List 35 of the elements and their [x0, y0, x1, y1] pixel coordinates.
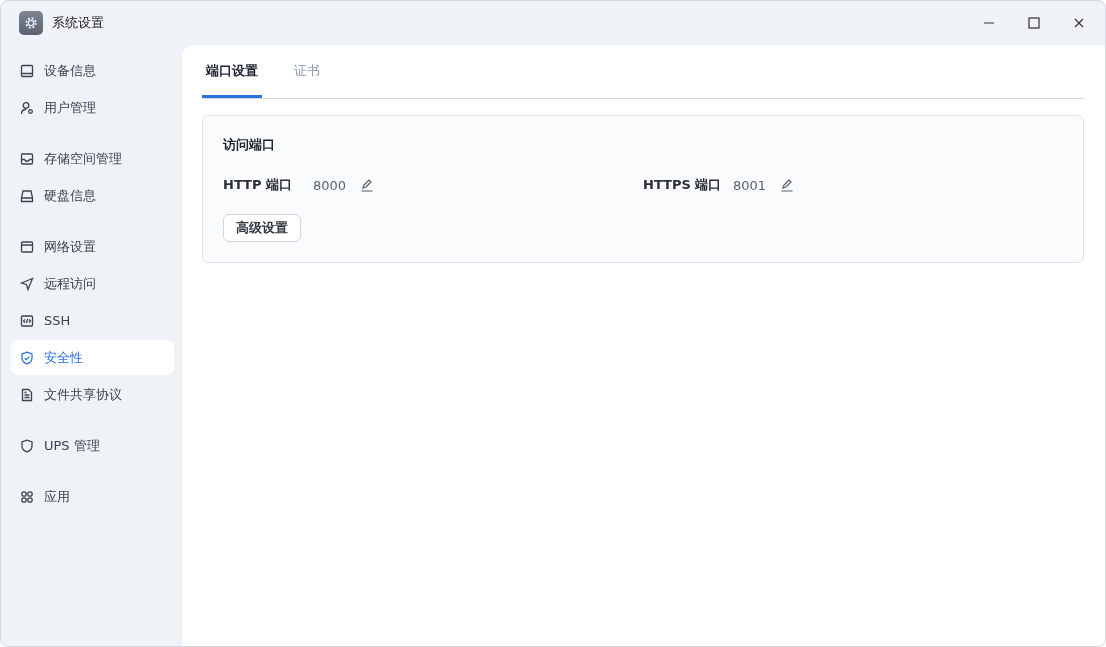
- sidebar-item[interactable]: SSH: [11, 303, 174, 338]
- sidebar-item[interactable]: 网络设置: [11, 229, 174, 264]
- sidebar-item[interactable]: UPS 管理: [11, 428, 174, 463]
- close-icon[interactable]: [1073, 17, 1085, 29]
- send-icon: [20, 276, 34, 291]
- gear-icon: [19, 11, 43, 35]
- section-title: 访问端口: [223, 136, 276, 154]
- sidebar-item[interactable]: 远程访问: [11, 266, 174, 301]
- edit-icon[interactable]: [360, 178, 375, 192]
- window-icon: [20, 239, 34, 254]
- advanced-settings-button[interactable]: 高级设置: [223, 214, 301, 242]
- port-label: HTTPS 端口: [643, 176, 723, 194]
- port-label: HTTP 端口: [223, 176, 293, 194]
- sidebar-item[interactable]: 应用: [11, 479, 174, 514]
- grid-icon: [20, 489, 34, 504]
- port-value: 8001: [733, 177, 767, 193]
- sidebar-item[interactable]: 硬盘信息: [11, 178, 174, 213]
- port-value: 8000: [313, 177, 347, 193]
- sidebar-item[interactable]: 设备信息: [11, 53, 174, 88]
- edit-icon[interactable]: [780, 178, 795, 192]
- monitor-icon: [20, 63, 34, 78]
- tab[interactable]: 端口设置: [202, 45, 262, 98]
- shield-icon: [20, 438, 34, 453]
- sidebar-item[interactable]: 用户管理: [11, 90, 174, 125]
- shield-check-icon: [20, 350, 34, 365]
- document-icon: [20, 387, 34, 402]
- window-title: 系统设置: [52, 14, 104, 32]
- code-icon: [20, 313, 34, 328]
- sidebar-item[interactable]: 安全性: [11, 340, 174, 375]
- sidebar-item[interactable]: 文件共享协议: [11, 377, 174, 412]
- drive-icon: [20, 188, 34, 203]
- user-icon: [20, 100, 34, 115]
- tray-icon: [20, 151, 34, 166]
- sidebar-item[interactable]: 存储空间管理: [11, 141, 174, 176]
- maximize-icon[interactable]: [1028, 17, 1040, 29]
